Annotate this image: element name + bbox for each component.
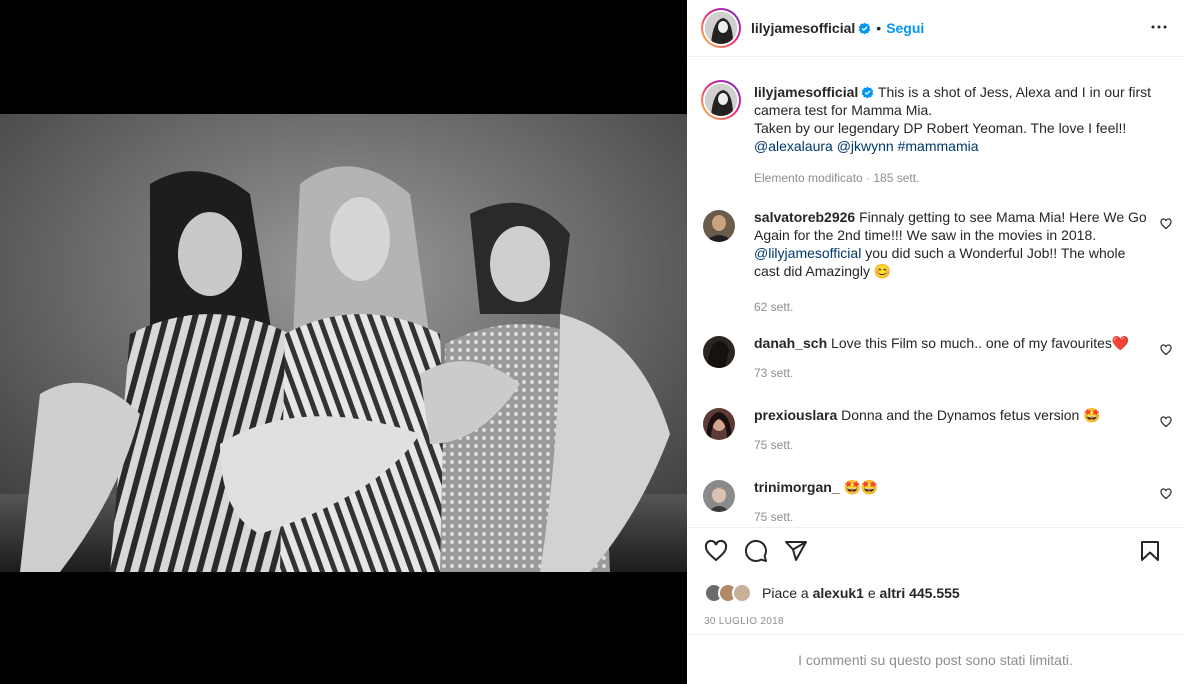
author-username[interactable]: lilyjamesofficial [751, 20, 855, 36]
post-dialog: lilyjamesofficial • Segui lilyjamesoffic… [0, 0, 1184, 684]
comment-emoji: 🤩🤩 [843, 479, 879, 495]
separator-dot: • [876, 20, 882, 36]
comment-username[interactable]: salvatoreb2926 [754, 209, 855, 225]
caption-meta: Elemento modificato · 185 sett. [754, 171, 920, 185]
caption-tag[interactable]: @jkwynn [837, 138, 894, 154]
comment-body: salvatoreb2926 Finnaly getting to see Ma… [754, 208, 1148, 316]
comment-like-heart-icon[interactable] [1160, 415, 1172, 431]
likes-summary: Piace a alexuk1 e altri 445.555 [704, 583, 960, 603]
comment-time: 75 sett. [754, 438, 794, 452]
likes-prefix: Piace a [762, 585, 809, 601]
liker-avatar[interactable] [732, 583, 752, 603]
commenter-avatar[interactable] [703, 480, 735, 512]
comment-body: danah_sch Love this Film so much.. one o… [754, 334, 1148, 382]
post-date[interactable]: 30 luglio 2018 [704, 616, 784, 627]
post-panel: lilyjamesofficial • Segui lilyjamesoffic… [687, 0, 1184, 684]
photo-graphic [0, 114, 687, 572]
comment-username[interactable]: trinimorgan_ [754, 479, 840, 495]
comment-emoji: 😊 [873, 263, 892, 279]
comment-mention[interactable]: @lilyjamesofficial [754, 245, 861, 261]
verified-badge-icon [861, 86, 874, 99]
comment-emoji: ❤️ [1111, 335, 1130, 351]
paper-plane-icon[interactable] [784, 539, 808, 566]
post-header: lilyjamesofficial • Segui [687, 0, 1184, 57]
caption-line2: Taken by our legendary DP Robert Yeoman.… [754, 120, 1127, 136]
follow-button[interactable]: Segui [886, 20, 924, 36]
comments-limited-notice: I commenti su questo post sono stati lim… [687, 634, 1184, 684]
likes-others[interactable]: altri 445.555 [880, 585, 960, 601]
likes-user[interactable]: alexuk1 [813, 585, 864, 601]
comment-like-heart-icon[interactable] [1160, 487, 1172, 503]
comment-body: trinimorgan_ 🤩🤩 75 sett. [754, 478, 1148, 526]
more-dots-icon[interactable] [1150, 18, 1168, 39]
media-pane [0, 0, 687, 684]
comment-username[interactable]: danah_sch [754, 335, 827, 351]
commenter-avatar[interactable] [703, 408, 735, 440]
comment-text: Love this Film so much.. one of my favou… [831, 335, 1112, 351]
caption-tag[interactable]: #mammamia [898, 138, 979, 154]
comment-time: 73 sett. [754, 366, 794, 380]
caption-author-avatar[interactable] [701, 80, 741, 120]
comment-text: Donna and the Dynamos fetus version [841, 407, 1080, 423]
comment-icon[interactable] [744, 539, 768, 566]
likes-joiner: e [867, 585, 876, 601]
comment-emoji: 🤩 [1083, 407, 1101, 423]
bookmark-icon[interactable] [1138, 539, 1162, 566]
comment-username[interactable]: prexiouslara [754, 407, 837, 423]
verified-badge-icon [858, 22, 871, 34]
author-avatar[interactable] [701, 8, 741, 48]
commenter-avatar[interactable] [703, 336, 735, 368]
commenter-avatar[interactable] [703, 210, 735, 242]
comments-scroll[interactable]: lilyjamesofficial This is a shot of Jess… [687, 58, 1184, 528]
comment-time: 75 sett. [754, 510, 794, 524]
comment-time: 62 sett. [754, 300, 794, 314]
avatar-photo [705, 84, 737, 116]
caption-body: lilyjamesofficial This is a shot of Jess… [754, 83, 1170, 187]
caption-username[interactable]: lilyjamesofficial [754, 84, 858, 100]
post-photo[interactable] [0, 114, 687, 572]
comment-like-heart-icon[interactable] [1160, 217, 1172, 233]
heart-icon[interactable] [704, 539, 728, 566]
avatar-photo [705, 12, 737, 44]
action-bar [704, 539, 1174, 569]
comment-body: prexiouslara Donna and the Dynamos fetus… [754, 406, 1148, 454]
caption-tag[interactable]: @alexalaura [754, 138, 833, 154]
comment-like-heart-icon[interactable] [1160, 343, 1172, 359]
